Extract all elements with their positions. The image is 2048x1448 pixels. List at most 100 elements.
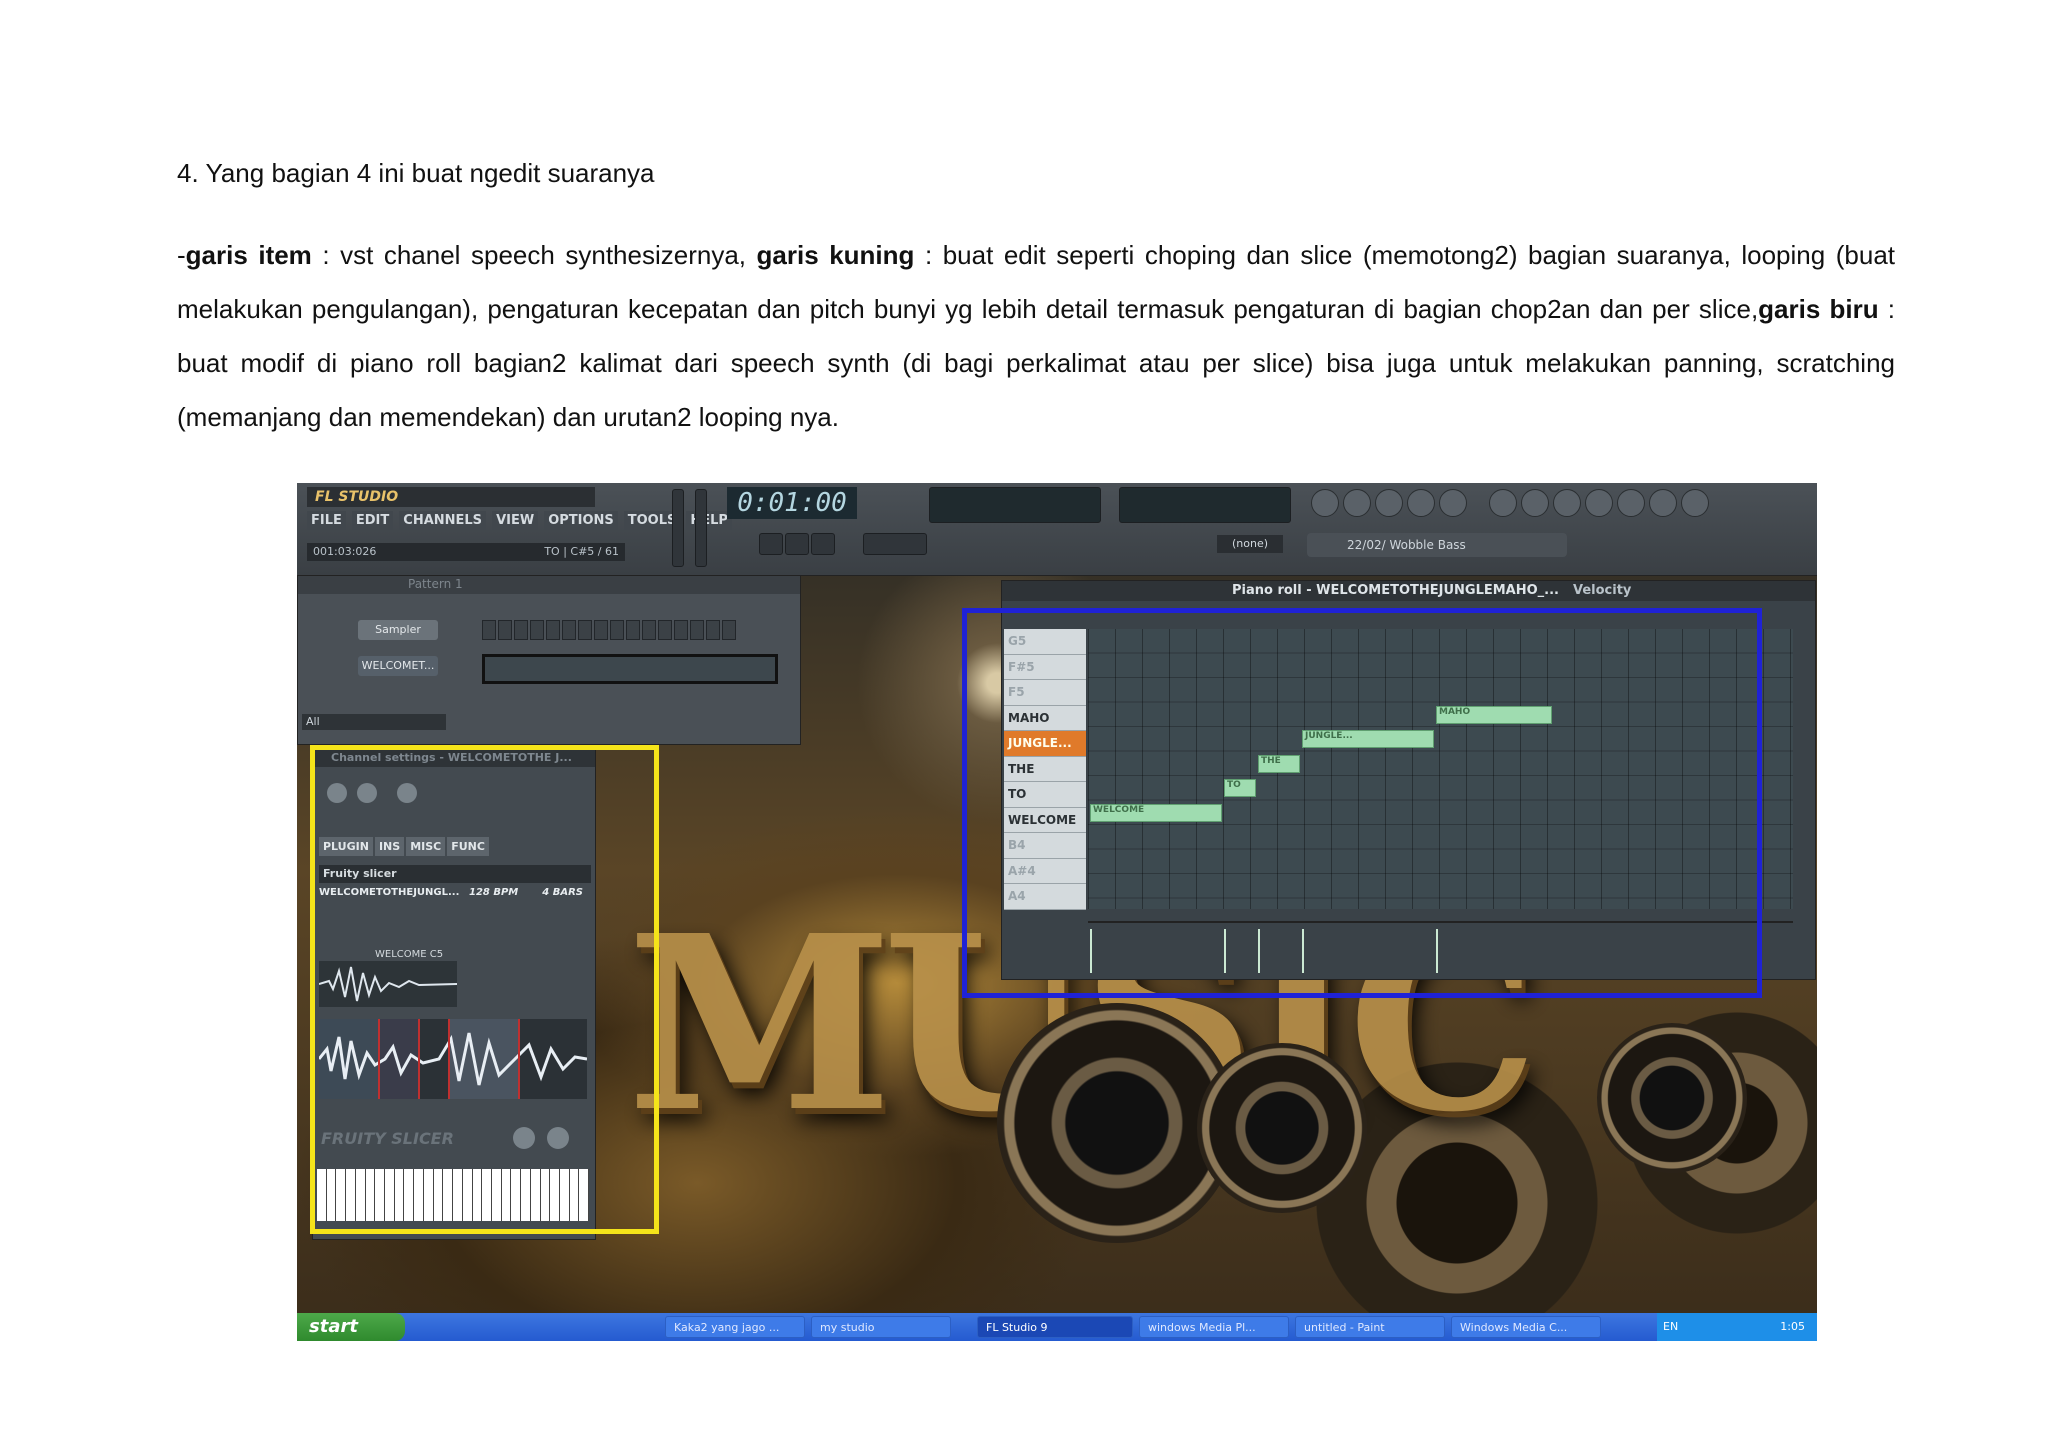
- section-heading: 4. Yang bagian 4 ini buat ngedit suarany…: [177, 158, 655, 188]
- sample-name: WELCOMETOTHEJUNGL...: [319, 887, 460, 898]
- velocity-lane[interactable]: [1088, 921, 1793, 973]
- channel-settings-title: Channel settings - WELCOMETOTHE J...: [313, 749, 595, 767]
- language-indicator[interactable]: EN: [1663, 1313, 1678, 1341]
- master-pitch-slider[interactable]: [695, 489, 707, 567]
- piano-key[interactable]: JUNGLE...: [1004, 731, 1086, 757]
- velocity-stick[interactable]: [1224, 929, 1226, 973]
- piano-keys[interactable]: G5 F#5 F5 MAHO JUNGLE... THE TO WELCOME B4 A#4 A4: [1004, 629, 1086, 910]
- tab-ins[interactable]: INS: [374, 837, 405, 856]
- undo-icon[interactable]: [1489, 489, 1517, 517]
- start-button[interactable]: start: [297, 1313, 405, 1341]
- tab-misc[interactable]: MISC: [406, 837, 446, 856]
- piano-key[interactable]: A#4: [1004, 859, 1086, 884]
- task-my-studio[interactable]: my studio: [811, 1316, 951, 1338]
- channel-button-sampler[interactable]: Sampler: [358, 620, 438, 640]
- notes-icon[interactable]: [1649, 489, 1677, 517]
- piano-roll-note[interactable]: TO: [1224, 779, 1256, 797]
- piano-roll-note[interactable]: MAHO: [1436, 705, 1552, 724]
- piano-roll-note[interactable]: JUNGLE...: [1302, 730, 1434, 748]
- record-button[interactable]: [811, 533, 835, 555]
- piano-roll-note[interactable]: WELCOME: [1090, 803, 1222, 822]
- task-windows-media-player[interactable]: windows Media Pl...: [1139, 1316, 1289, 1338]
- sample-waveform[interactable]: [319, 1019, 587, 1099]
- hint-bar: 001:03:026 TO | C#5 / 61: [307, 543, 625, 561]
- slice-label: WELCOME C5: [375, 949, 444, 960]
- low-knob[interactable]: [513, 1127, 535, 1149]
- menu-options[interactable]: OPTIONS: [544, 511, 618, 530]
- para-dash: -: [177, 240, 186, 270]
- step-buttons[interactable]: [482, 620, 736, 640]
- channel-filter-select[interactable]: All: [302, 714, 446, 730]
- task-paint[interactable]: untitled - Paint: [1295, 1316, 1445, 1338]
- pause-button[interactable]: [759, 533, 783, 555]
- pan-knob[interactable]: [327, 783, 347, 803]
- velocity-stick[interactable]: [1302, 929, 1304, 973]
- tab-func[interactable]: FUNC: [447, 837, 489, 856]
- speaker-graphic: [1597, 1023, 1747, 1173]
- render-icon[interactable]: [1553, 489, 1581, 517]
- fruity-slicer-logo: FRUITY SLICER: [321, 1129, 454, 1148]
- piano-key[interactable]: G5: [1004, 629, 1086, 655]
- snap-select[interactable]: (none): [1217, 535, 1283, 553]
- menu-file[interactable]: FILE: [307, 511, 346, 530]
- channel-settings-window: Channel settings - WELCOMETOTHE J... PLU…: [312, 748, 596, 1240]
- velocity-select[interactable]: Velocity: [1573, 583, 1631, 598]
- menu-edit[interactable]: EDIT: [351, 511, 394, 530]
- task-windows-media-center[interactable]: Windows Media C...: [1451, 1316, 1601, 1338]
- stop-button[interactable]: [785, 533, 809, 555]
- master-volume-slider[interactable]: [672, 489, 684, 567]
- volume-knob[interactable]: [357, 783, 377, 803]
- save-icon[interactable]: [1521, 489, 1549, 517]
- note-grid[interactable]: WELCOME TO THE JUNGLE... MAHO: [1088, 629, 1793, 909]
- piano-key[interactable]: A4: [1004, 884, 1086, 910]
- piano-key[interactable]: WELCOME: [1004, 808, 1086, 833]
- preset-browser[interactable]: 22/02/ Wobble Bass: [1307, 533, 1567, 557]
- step-sequencer-icon[interactable]: [1343, 489, 1371, 517]
- menu-channels[interactable]: CHANNELS: [399, 511, 487, 530]
- speaker-graphic: [1197, 1043, 1367, 1213]
- para-text-1: : vst chanel speech synthesizernya,: [311, 240, 757, 270]
- piano-roll-note[interactable]: THE: [1258, 754, 1300, 773]
- time-display: 0:01:00: [727, 487, 857, 519]
- tab-plugin[interactable]: PLUGIN: [319, 837, 373, 856]
- task-browser[interactable]: Kaka2 yang jago ...: [665, 1316, 805, 1338]
- pitch-knob[interactable]: [397, 783, 417, 803]
- browser-icon[interactable]: [1407, 489, 1435, 517]
- playlist-icon[interactable]: [1311, 489, 1339, 517]
- velocity-stick[interactable]: [1090, 929, 1092, 973]
- high-knob[interactable]: [547, 1127, 569, 1149]
- term-garis-item: garis item: [185, 240, 312, 270]
- slice-keyboard[interactable]: [317, 1169, 590, 1221]
- menu-view[interactable]: VIEW: [492, 511, 539, 530]
- tools-icon[interactable]: [1585, 489, 1613, 517]
- plugin-name[interactable]: Fruity slicer: [319, 865, 591, 883]
- velocity-stick[interactable]: [1258, 929, 1260, 973]
- waveform-monitor: [929, 487, 1101, 523]
- piano-roll-window: Piano roll - WELCOMETOTHEJUNGLEMAHO_... V…: [1001, 580, 1816, 980]
- piano-roll-icon[interactable]: [1375, 489, 1403, 517]
- piano-key[interactable]: F#5: [1004, 655, 1086, 680]
- zoom-icon[interactable]: [1617, 489, 1645, 517]
- windows-taskbar: start Kaka2 yang jago ... my studio FL S…: [297, 1313, 1817, 1341]
- sample-bpm: 128 BPM: [469, 887, 519, 898]
- piano-key[interactable]: B4: [1004, 833, 1086, 859]
- velocity-stick[interactable]: [1436, 929, 1438, 973]
- piano-key[interactable]: F5: [1004, 680, 1086, 706]
- slice-waveform[interactable]: [319, 961, 457, 1007]
- mixer-icon[interactable]: [1439, 489, 1467, 517]
- task-fl-studio[interactable]: FL Studio 9: [977, 1316, 1133, 1338]
- piano-key[interactable]: TO: [1004, 782, 1086, 808]
- menu-help[interactable]: HELP: [686, 511, 732, 530]
- pattern-bar: Pattern 1: [298, 576, 800, 594]
- term-garis-biru: garis biru: [1758, 294, 1879, 324]
- channel-piano-preview[interactable]: [482, 654, 778, 684]
- channel-button-welcome[interactable]: WELCOMET...: [358, 656, 438, 676]
- clock: 1:05: [1780, 1320, 1805, 1333]
- hint-note: TO | C#5 / 61: [544, 545, 619, 558]
- piano-roll-title: Piano roll - WELCOMETOTHEJUNGLEMAHO_... V…: [1002, 581, 1815, 601]
- tempo-display[interactable]: [863, 533, 927, 555]
- piano-key[interactable]: THE: [1004, 757, 1086, 782]
- pattern-select[interactable]: Pattern 1: [408, 577, 463, 591]
- piano-key[interactable]: MAHO: [1004, 706, 1086, 731]
- help-icon[interactable]: [1681, 489, 1709, 517]
